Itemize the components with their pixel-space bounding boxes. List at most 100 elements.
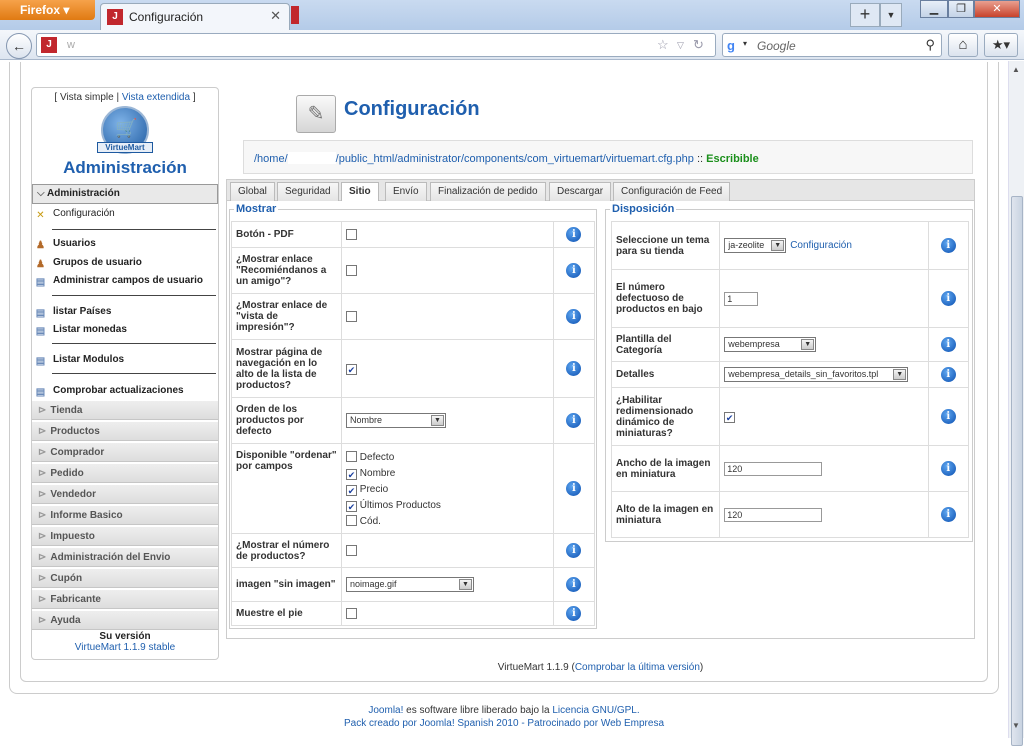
sidebar-item-paises[interactable]: ▤ listar Países [34,304,112,320]
recomendar-checkbox[interactable] [346,264,358,276]
vista-simple-link[interactable]: Vista simple [60,92,114,103]
info-icon[interactable]: i [566,606,582,621]
category-envio[interactable]: ⊳ Administración del Envio [32,547,218,567]
browser-tab[interactable]: J Configuración ✕ [100,3,290,30]
ordenar-option-ultimos[interactable]: ✔ Últimos Productos [346,498,549,514]
info-icon[interactable]: i [940,291,956,306]
tab-sitio[interactable]: Sitio [341,182,379,203]
info-icon[interactable]: i [566,361,582,376]
close-window-button[interactable]: ✕ [974,0,1020,18]
ordenar-option-precio[interactable]: ✔ Precio [346,482,549,498]
tab-list-button[interactable]: ▼ [880,3,902,27]
sidebar-item-monedas[interactable]: ▤ Listar monedas [34,322,127,338]
sidebar-item-grupos[interactable]: ♟ Grupos de usuario [34,255,142,271]
sidebar-item-modulos[interactable]: ▤ Listar Modulos [34,352,124,368]
detalles-select[interactable]: webempresa_details_sin_favoritos.tpl ▼ [724,367,909,382]
second-tab-favicon-icon[interactable] [291,6,299,24]
firefox-menu-button[interactable]: Firefox ▾ [0,0,95,20]
checkbox[interactable] [346,515,358,526]
redim-checkbox[interactable]: ✔ [724,411,736,423]
info-icon[interactable]: i [940,238,956,253]
maximize-button[interactable]: ❐ [948,0,974,18]
web-empresa-link[interactable]: Web Empresa [601,718,664,729]
ordenar-option-defecto[interactable]: Defecto [346,450,549,466]
scrollbar-thumb[interactable] [1011,196,1023,746]
category-fabricante[interactable]: ⊳ Fabricante [32,589,218,609]
checkbox[interactable]: ✔ [346,469,358,480]
tab-descargar[interactable]: Descargar [549,182,612,202]
minimize-button[interactable]: ▁ [920,0,948,18]
tema-select[interactable]: ja-zeolite ▼ [724,238,787,253]
joomla-link[interactable]: Joomla! [368,705,403,716]
ordenar-option-nombre[interactable]: ✔ Nombre [346,466,549,482]
google-engine-icon[interactable]: g [727,38,743,54]
tab-envio[interactable]: Envío [385,182,427,202]
sidebar-item-campos-usuario[interactable]: ▤ Administrar campos de usuario [34,273,203,289]
info-icon[interactable]: i [566,577,582,592]
scroll-up-icon[interactable]: ▲ [1012,65,1020,74]
category-informe-basico[interactable]: ⊳ Informe Basico [32,505,218,525]
pie-checkbox[interactable] [346,607,358,619]
numero-input[interactable]: 1 [724,291,759,306]
info-icon[interactable]: i [940,507,956,522]
impresion-checkbox[interactable] [346,310,358,322]
license-link[interactable]: Licencia GNU/GPL. [552,705,639,716]
tab-seguridad[interactable]: Seguridad [277,182,339,202]
tab-finalizacion[interactable]: Finalización de pedido [430,182,546,202]
page-scrollbar[interactable]: ▲ ▼ [1008,61,1024,746]
vista-extendida-link[interactable]: Vista extendida [122,92,190,103]
info-icon[interactable]: i [940,337,956,352]
info-icon[interactable]: i [940,461,956,476]
reload-icon[interactable]: ↻ [693,37,704,53]
search-box[interactable]: g ▾ Google ⚲ [722,33,942,57]
ordenar-option-cod[interactable]: Cód. [346,514,549,530]
search-magnifier-icon[interactable]: ⚲ [925,37,935,53]
scroll-down-icon[interactable]: ▼ [1012,721,1020,730]
sidebar-item-configuracion[interactable]: ✕ Configuración [34,206,114,222]
sidebar-item-actualizaciones[interactable]: ▤ Comprobar actualizaciones [34,383,184,399]
category-cupon[interactable]: ⊳ Cupón [32,568,218,588]
ancho-input[interactable]: 120 [724,461,823,476]
tema-configuracion-link[interactable]: Configuración [790,240,852,251]
info-icon[interactable]: i [566,413,582,428]
category-tienda[interactable]: ⊳ Tienda [32,400,218,420]
info-icon[interactable]: i [566,481,582,496]
category-comprador[interactable]: ⊳ Comprador [32,442,218,462]
url-bar[interactable]: J w ☆ ▽ ↻ [36,33,716,57]
url-dropdown-icon[interactable]: ▽ [677,40,684,51]
check-version-link[interactable]: Comprobar la última versión [575,662,700,673]
info-icon[interactable]: i [940,409,956,424]
info-icon[interactable]: i [940,367,956,382]
sin-imagen-select[interactable]: noimage.gif ▼ [346,577,475,592]
menu-header-administracion[interactable]: ⌵ Administración [32,184,218,204]
plantilla-select[interactable]: webempresa ▼ [724,337,817,352]
bookmark-star-icon[interactable]: ☆ [657,37,669,53]
category-ayuda[interactable]: ⊳ Ayuda [32,610,218,630]
orden-select[interactable]: Nombre ▼ [346,413,447,428]
checkbox[interactable]: ✔ [346,501,358,512]
navegacion-checkbox[interactable]: ✔ [346,363,358,375]
boton-pdf-checkbox[interactable] [346,228,358,240]
num-productos-checkbox[interactable] [346,544,358,556]
back-button[interactable]: ← [6,33,32,59]
joomla-spanish-link[interactable]: Joomla! Spanish 2010 - Patrocinado por [420,718,598,729]
category-pedido[interactable]: ⊳ Pedido [32,463,218,483]
home-button[interactable]: ⌂ [948,33,978,57]
checkbox[interactable] [346,451,358,462]
sidebar-item-usuarios[interactable]: ♟ Usuarios [34,236,96,252]
category-impuesto[interactable]: ⊳ Impuesto [32,526,218,546]
info-icon[interactable]: i [566,309,582,324]
new-tab-button[interactable]: + [850,3,880,27]
tab-feed[interactable]: Configuración de Feed [613,182,731,202]
info-icon[interactable]: i [566,263,582,278]
info-icon[interactable]: i [566,227,582,242]
alto-input[interactable]: 120 [724,507,823,522]
tab-global[interactable]: Global [230,182,275,202]
bookmarks-button[interactable]: ★▾ [984,33,1018,57]
engine-dropdown-icon[interactable]: ▾ [743,39,747,48]
category-vendedor[interactable]: ⊳ Vendedor [32,484,218,504]
category-productos[interactable]: ⊳ Productos [32,421,218,441]
version-value[interactable]: VirtueMart 1.1.9 stable [31,642,219,653]
info-icon[interactable]: i [566,543,582,558]
close-tab-icon[interactable]: ✕ [270,8,281,24]
